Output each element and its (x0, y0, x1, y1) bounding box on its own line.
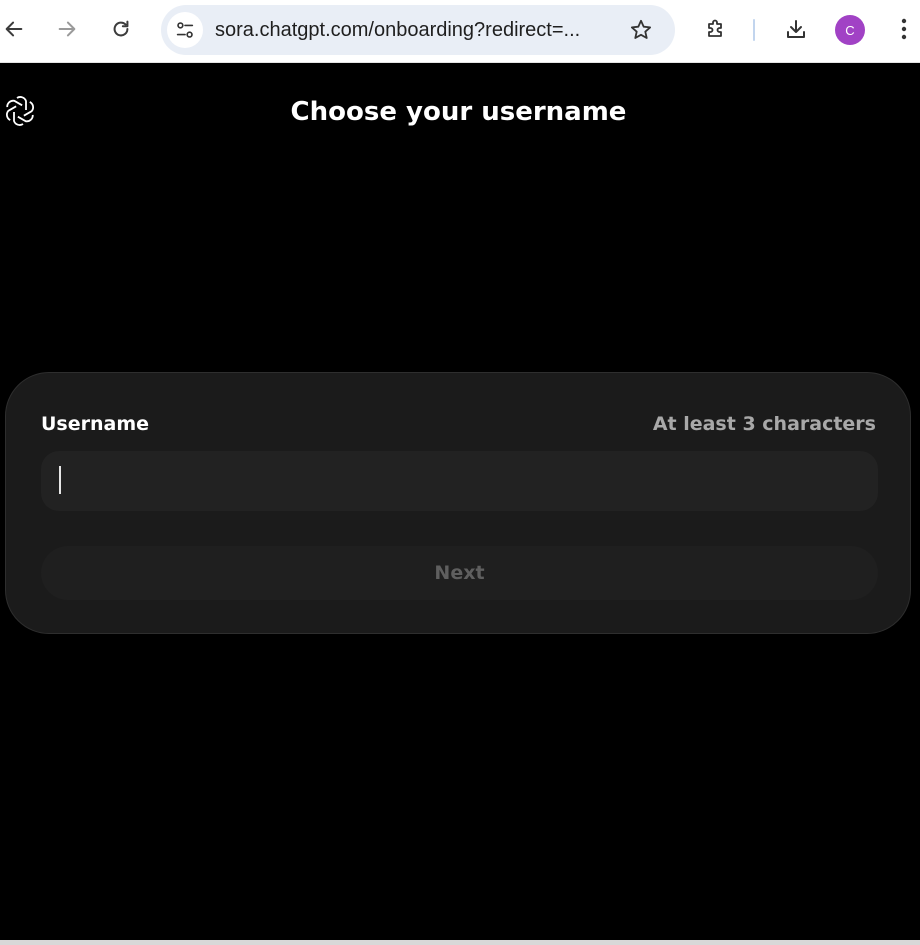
back-arrow-icon[interactable] (0, 11, 32, 47)
forward-arrow-icon[interactable] (49, 11, 85, 47)
toolbar-divider (753, 19, 755, 41)
profile-avatar[interactable]: C (835, 15, 865, 45)
username-form-card: Username At least 3 characters Next (5, 372, 911, 634)
page-title: Choose your username (290, 97, 627, 127)
url-text[interactable]: sora.chatgpt.com/onboarding?redirect=... (215, 19, 615, 41)
username-hint: At least 3 characters (652, 413, 876, 435)
next-button[interactable]: Next (41, 546, 878, 600)
star-icon[interactable] (623, 12, 659, 48)
browser-toolbar: sora.chatgpt.com/onboarding?redirect=...… (0, 0, 920, 63)
window-bottom-edge (0, 940, 920, 945)
reload-icon[interactable] (103, 11, 139, 47)
puzzle-icon[interactable] (698, 11, 734, 47)
tune-icon[interactable] (167, 12, 203, 48)
address-bar[interactable]: sora.chatgpt.com/onboarding?redirect=... (161, 5, 675, 55)
username-input[interactable] (41, 451, 878, 511)
text-caret (59, 466, 61, 494)
kebab-menu-icon[interactable] (886, 11, 920, 47)
username-label: Username (41, 413, 150, 435)
download-icon[interactable] (778, 11, 814, 47)
